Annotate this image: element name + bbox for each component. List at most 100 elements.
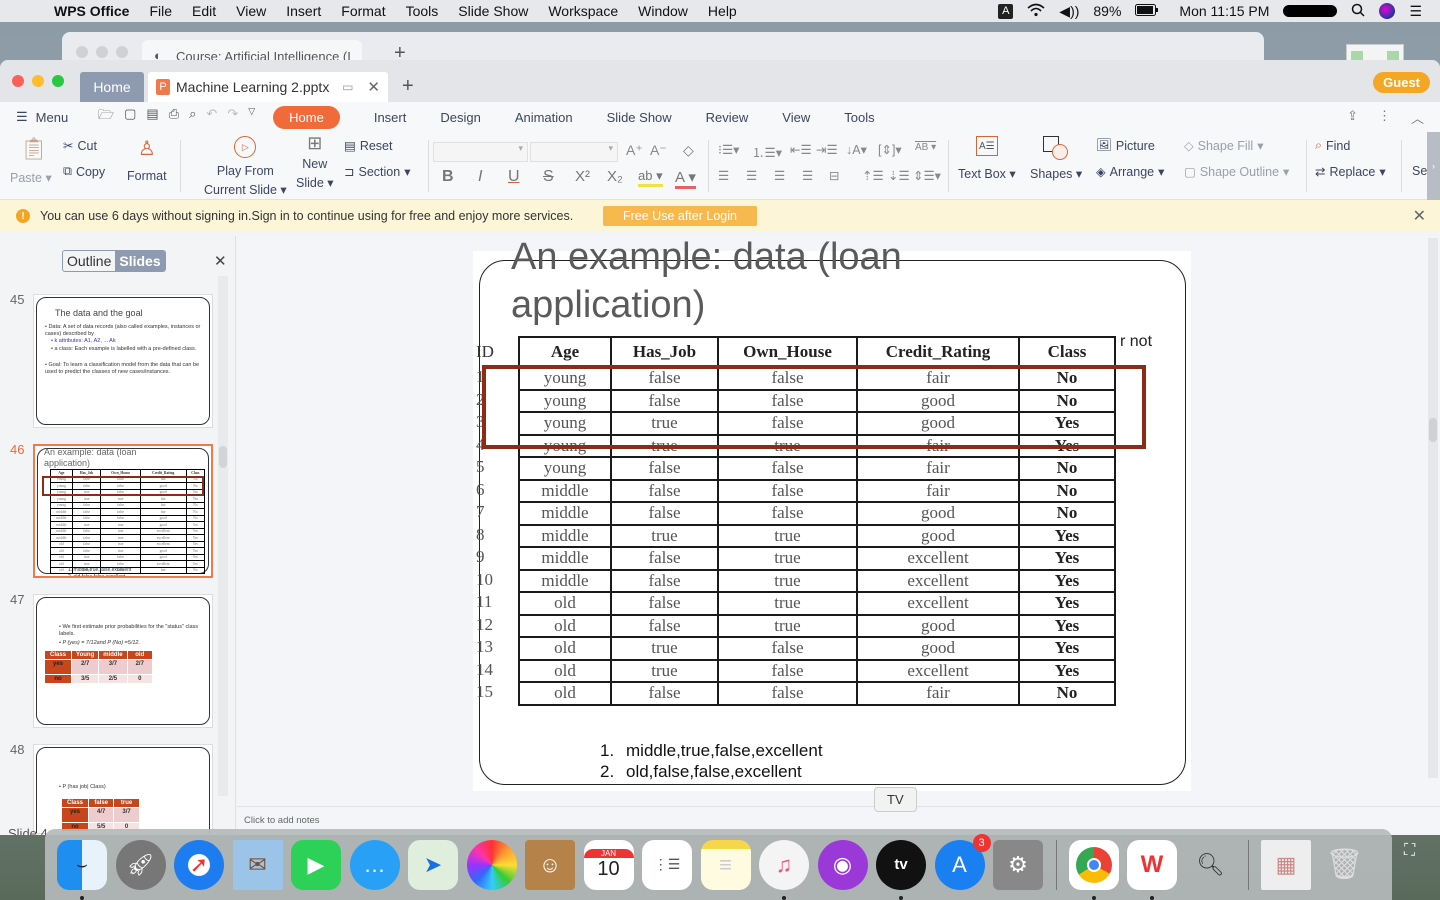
minimize-window-button[interactable] (32, 75, 44, 87)
format-painter-button[interactable]: ♙ Format (127, 136, 167, 183)
dock-podcasts[interactable]: ◉ (817, 839, 868, 890)
slide-side-text[interactable]: r not (1120, 333, 1152, 351)
menu-insert[interactable]: Insert (286, 3, 321, 19)
tab-review[interactable]: Review (706, 106, 749, 129)
battery-icon[interactable] (1135, 3, 1159, 19)
open-folder-icon[interactable]: 🗁 (98, 106, 114, 128)
dock-notes[interactable]: ≡ (700, 839, 751, 890)
menu-format[interactable]: Format (341, 3, 385, 19)
slide-thumbnail-45[interactable]: The data and the goal • Data: A set of d… (33, 294, 213, 428)
notification-center-icon[interactable]: ☰ (1409, 3, 1422, 20)
align-text-icon[interactable]: [⇕]▾ (878, 142, 902, 157)
share-icon[interactable]: ⇪ (1347, 108, 1358, 127)
cut-button[interactable]: ✂ Cut (63, 138, 97, 154)
fullscreen-icon[interactable]: ⛶ (1404, 842, 1415, 860)
tab-slide-show[interactable]: Slide Show (607, 106, 672, 129)
bold-icon[interactable]: B (442, 168, 454, 186)
dock-tv[interactable]: tv (876, 839, 926, 900)
menu-view[interactable]: View (236, 3, 266, 19)
print-icon[interactable]: ⎙ (169, 106, 179, 128)
decrease-font-size-icon[interactable]: A⁻ (650, 142, 667, 159)
more-options-icon[interactable]: ⋮ (1378, 108, 1391, 127)
menu-workspace[interactable]: Workspace (548, 3, 618, 19)
document-tab[interactable]: P Machine Learning 2.pptx ▭ ✕ (148, 72, 388, 102)
arrange-button[interactable]: ◈ Arrange ▾ (1096, 164, 1164, 180)
dock-chrome[interactable] (1068, 839, 1119, 900)
subscript-icon[interactable]: X₂ (607, 168, 623, 185)
app-menu[interactable]: WPS Office (54, 3, 129, 19)
close-panel-icon[interactable]: ✕ (214, 252, 227, 270)
dock-system-preferences[interactable]: ⚙ (993, 839, 1043, 890)
menu-help[interactable]: Help (708, 3, 737, 19)
free-use-login-button[interactable]: Free Use after Login (603, 206, 757, 226)
export-pdf-icon[interactable]: ▤ (146, 106, 158, 128)
menu-slide-show[interactable]: Slide Show (458, 3, 528, 19)
wifi-icon[interactable] (1027, 3, 1045, 20)
dock-safari[interactable]: ➚ (174, 839, 224, 890)
dock-launchpad[interactable]: 🚀︎ (115, 839, 166, 890)
reset-button[interactable]: ▤ Reset (344, 138, 392, 154)
clear-formatting-icon[interactable]: ◇ (683, 142, 694, 159)
find-button[interactable]: ⌕ Find (1315, 138, 1350, 153)
tab-home[interactable]: Home (273, 105, 340, 129)
ribbon-scroll-right[interactable]: › (1427, 132, 1440, 200)
shape-fill-button[interactable]: ◇ Shape Fill ▾ (1184, 138, 1264, 154)
slide-thumbnail-47[interactable]: • We first estimate prior probabilities … (33, 594, 213, 728)
justify-icon[interactable]: ☰ (802, 168, 813, 183)
align-left-icon[interactable]: ☰ (718, 168, 729, 183)
text-direction-icon[interactable]: ↓A▾ (846, 142, 867, 157)
home-tab[interactable]: Home (80, 72, 144, 102)
font-size-dropdown[interactable]: ▾ (530, 142, 618, 162)
save-icon[interactable]: ▢ (124, 106, 136, 128)
dock-wps-office[interactable]: W (1127, 839, 1177, 900)
menu-file[interactable]: File (149, 3, 172, 19)
align-center-icon[interactable]: ☰ (746, 168, 757, 183)
paste-button[interactable]: 📋︎ Paste ▾ (10, 136, 52, 185)
close-window-button[interactable] (12, 75, 24, 87)
print-preview-icon[interactable]: ⌕ (189, 106, 196, 128)
increase-indent-icon[interactable]: ⇥☰ (816, 142, 838, 157)
line-spacing-decrease-icon[interactable]: ⇣☰ (888, 168, 910, 183)
collapse-ribbon-icon[interactable]: ︿ (1411, 108, 1424, 127)
shapes-button[interactable]: Shapes ▾ (1030, 136, 1082, 181)
close-tab-icon[interactable]: ✕ (367, 78, 380, 96)
line-spacing-increase-icon[interactable]: ⇡☰ (862, 168, 884, 183)
dock-music[interactable]: ♫ (759, 839, 809, 900)
dock-facetime[interactable]: ▶ (291, 839, 341, 890)
dock-maps[interactable]: ➤ (408, 839, 458, 890)
font-color-icon[interactable]: A ▾ (675, 168, 696, 189)
customize-dropdown-icon[interactable]: ▽ (248, 106, 255, 128)
dock-messages[interactable]: … (349, 839, 400, 890)
distributed-icon[interactable]: ⊟ (829, 168, 839, 183)
font-name-dropdown[interactable]: ▾ (433, 142, 528, 162)
answer-list[interactable]: 1. middle,true,false,excellent 2. old,fal… (600, 740, 823, 782)
dock-trash[interactable]: 🗑︎ (1320, 840, 1370, 890)
outline-tab[interactable]: Outline (63, 251, 115, 271)
slides-tab[interactable]: Slides (115, 251, 165, 271)
undo-icon[interactable]: ↶ (206, 106, 217, 128)
dock-calendar[interactable]: JAN 10 (583, 839, 634, 890)
editor-scrollbar[interactable] (1428, 238, 1438, 778)
siri-icon[interactable] (1379, 3, 1396, 19)
menu-edit[interactable]: Edit (192, 3, 216, 19)
dock-mail-scanner[interactable]: 🔍︎ (1186, 840, 1236, 890)
new-tab-button[interactable]: + (402, 75, 414, 98)
tab-design[interactable]: Design (440, 106, 480, 129)
clock[interactable]: Mon 11:15 PM (1179, 3, 1269, 19)
decrease-indent-icon[interactable]: ⇤☰ (790, 142, 812, 157)
select-button[interactable]: Se (1412, 164, 1427, 178)
play-from-current-slide-button[interactable]: ▷ Play From Current Slide ▾ (204, 136, 287, 198)
main-menu-button[interactable]: ☰ Menu (16, 109, 98, 125)
convert-text-icon[interactable]: AB ▾ (915, 142, 936, 153)
tab-animation[interactable]: Animation (515, 106, 573, 129)
slide-title[interactable]: An example: data (loan application) (511, 233, 1031, 329)
dock-mail[interactable]: ✉ (232, 839, 283, 890)
dock-downloads-stack[interactable]: ▦ (1261, 839, 1311, 890)
superscript-icon[interactable]: X² (575, 168, 590, 185)
shape-outline-button[interactable]: ▢ Shape Outline ▾ (1184, 164, 1289, 180)
guest-button[interactable]: Guest (1373, 72, 1430, 93)
strikethrough-icon[interactable]: S (543, 168, 554, 186)
close-banner-icon[interactable]: ✕ (1413, 206, 1426, 226)
dock-contacts[interactable]: ☺ (525, 839, 575, 890)
zoom-window-button[interactable] (52, 75, 64, 87)
